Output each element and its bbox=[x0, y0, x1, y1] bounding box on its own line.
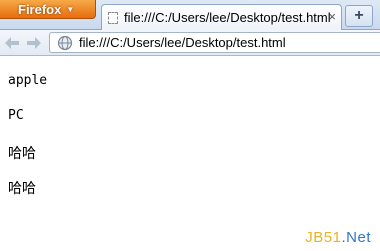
close-tab-icon[interactable]: × bbox=[328, 9, 336, 24]
firefox-menu-button[interactable]: Firefox ▼ bbox=[0, 0, 96, 19]
tab-title: file:///C:/Users/lee/Desktop/test.html bbox=[124, 10, 331, 25]
text-line-pc: PC bbox=[8, 108, 24, 123]
firefox-menu-label: Firefox bbox=[18, 1, 62, 17]
jb51-watermark: JB51.Net bbox=[305, 229, 371, 246]
text-line-haha-2: 哈哈 bbox=[8, 181, 36, 197]
forward-arrow-icon[interactable] bbox=[24, 33, 44, 53]
page-content: apple PC 哈哈 哈哈 JB51.Net bbox=[0, 56, 380, 251]
dropdown-arrow-icon: ▼ bbox=[66, 4, 75, 14]
tab-test-html[interactable]: file:///C:/Users/lee/Desktop/test.html × bbox=[101, 4, 342, 30]
watermark-jb51: JB51 bbox=[305, 229, 342, 246]
globe-icon bbox=[57, 35, 73, 51]
watermark-net: .Net bbox=[341, 229, 371, 246]
tab-strip: Firefox ▼ file:///C:/Users/lee/Desktop/t… bbox=[0, 0, 380, 30]
navigation-bar: file:///C:/Users/lee/Desktop/test.html bbox=[0, 30, 380, 56]
url-text: file:///C:/Users/lee/Desktop/test.html bbox=[79, 35, 286, 50]
text-line-haha-1: 哈哈 bbox=[8, 146, 36, 162]
new-tab-button[interactable]: + bbox=[345, 5, 373, 27]
url-bar[interactable]: file:///C:/Users/lee/Desktop/test.html bbox=[49, 32, 380, 53]
back-arrow-icon[interactable] bbox=[2, 33, 22, 53]
page-icon bbox=[108, 11, 118, 24]
text-line-apple: apple bbox=[8, 73, 48, 88]
